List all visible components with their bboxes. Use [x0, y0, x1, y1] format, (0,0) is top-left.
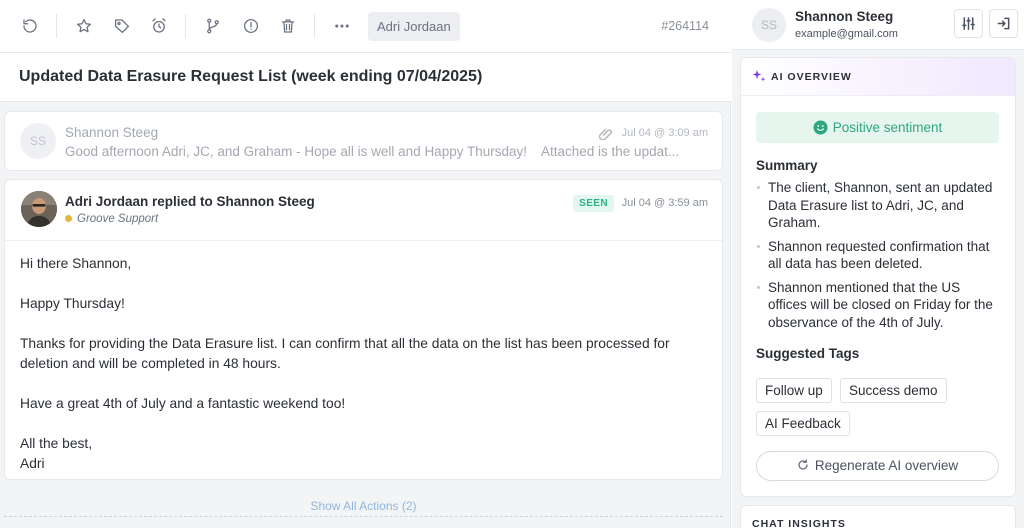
sentiment-label: Positive sentiment: [832, 120, 943, 135]
ai-overview-header: AI OVERVIEW: [741, 58, 1015, 96]
toolbar-divider: [185, 14, 186, 38]
body-line: Have a great 4th of July and a fantastic…: [20, 396, 346, 411]
collapse-sidebar-button[interactable]: [989, 9, 1018, 38]
trash-icon[interactable]: [276, 14, 300, 38]
mailbox-label: Groove Support: [65, 213, 158, 225]
tag-chip[interactable]: Follow up: [756, 378, 832, 403]
mailbox-status-dot: [65, 215, 72, 222]
star-icon[interactable]: [72, 14, 96, 38]
message-sender: Adri Jordaan replied to Shannon Steeg: [65, 194, 315, 209]
sentiment-badge: Positive sentiment: [756, 112, 999, 143]
regenerate-label: Regenerate AI overview: [814, 458, 959, 473]
ticket-title-bar: Updated Data Erasure Request List (week …: [0, 53, 731, 102]
sparkle-icon: [752, 70, 766, 82]
avatar[interactable]: SS: [752, 8, 786, 42]
tag-icon[interactable]: [110, 14, 134, 38]
info-icon[interactable]: [239, 14, 263, 38]
tag-chip[interactable]: AI Feedback: [756, 411, 850, 436]
message-preview-end: Attached is the updat...: [541, 144, 680, 159]
message-time: Jul 04 @ 3:09 am: [621, 127, 708, 139]
body-line: Happy Thursday!: [20, 296, 125, 311]
smile-icon: [813, 120, 828, 135]
body-line: Thanks for providing the Data Erasure li…: [20, 336, 670, 371]
sliders-icon: [962, 17, 975, 30]
regenerate-ai-overview-button[interactable]: Regenerate AI overview: [756, 451, 999, 481]
body-greeting: Hi there Shannon,: [20, 256, 132, 271]
tag-chip[interactable]: Success demo: [840, 378, 947, 403]
summary-list: The client, Shannon, sent an updated Dat…: [756, 179, 996, 337]
ticket-title: Updated Data Erasure Request List (week …: [19, 68, 483, 85]
refresh-icon: [798, 459, 808, 470]
message-header: Adri Jordaan replied to Shannon Steeg Gr…: [5, 180, 722, 241]
branch-icon[interactable]: [201, 14, 225, 38]
undo-icon[interactable]: [18, 14, 42, 38]
message-preview: Good afternoon Adri, JC, and Graham - Ho…: [65, 144, 705, 159]
alarm-clock-icon[interactable]: [147, 14, 171, 38]
message-preview-start: Good afternoon Adri, JC, and Graham - Ho…: [65, 144, 527, 159]
contact-email: example@gmail.com: [795, 28, 898, 40]
status-badge: SEEN: [573, 195, 614, 212]
more-icon[interactable]: [330, 14, 354, 38]
body-signoff: All the best,: [20, 436, 93, 451]
toolbar-divider: [314, 14, 315, 38]
sidebar: SS Shannon Steeg example@gmail.com AI OV…: [732, 0, 1024, 528]
conversation-pane: Adri Jordaan #264114 Updated Data Erasur…: [0, 0, 731, 528]
mailbox-name: Groove Support: [77, 213, 159, 225]
ai-overview-card: AI OVERVIEW Positive sentiment Summary T…: [740, 57, 1016, 497]
collapsed-message[interactable]: SS Shannon Steeg Jul 04 @ 3:09 am Good a…: [4, 111, 723, 171]
summary-item: Shannon mentioned that the US offices wi…: [756, 279, 996, 332]
body-signature: Adri: [20, 456, 45, 471]
suggested-tags-heading: Suggested Tags: [756, 346, 860, 361]
avatar: SS: [20, 123, 56, 159]
ai-overview-label: AI OVERVIEW: [771, 71, 852, 83]
contact-name[interactable]: Shannon Steeg: [795, 9, 893, 24]
assignee-button[interactable]: Adri Jordaan: [368, 12, 460, 41]
summary-item: The client, Shannon, sent an updated Dat…: [756, 179, 996, 232]
contact-header: SS Shannon Steeg example@gmail.com: [732, 0, 1024, 50]
message-time: Jul 04 @ 3:59 am: [621, 197, 708, 209]
summary-heading: Summary: [756, 158, 818, 173]
message-body: Hi there Shannon, Happy Thursday! Thanks…: [20, 254, 710, 474]
attachment-icon: [598, 126, 614, 141]
exit-icon: [997, 17, 1010, 30]
open-message: Adri Jordaan replied to Shannon Steeg Gr…: [4, 179, 723, 480]
chat-insights-label: CHAT INSIGHTS: [752, 518, 846, 528]
message-sender: Shannon Steeg: [65, 125, 159, 140]
chat-insights-card[interactable]: CHAT INSIGHTS: [740, 505, 1016, 528]
settings-sliders-button[interactable]: [954, 9, 983, 38]
ticket-id: #264114: [661, 19, 709, 33]
summary-item: Shannon requested confirmation that all …: [756, 238, 996, 273]
divider: [4, 516, 723, 517]
show-all-actions-link[interactable]: Show All Actions (2): [0, 499, 727, 513]
toolbar-divider: [56, 14, 57, 38]
ticket-toolbar: Adri Jordaan #264114: [0, 0, 731, 53]
avatar: [21, 191, 57, 227]
